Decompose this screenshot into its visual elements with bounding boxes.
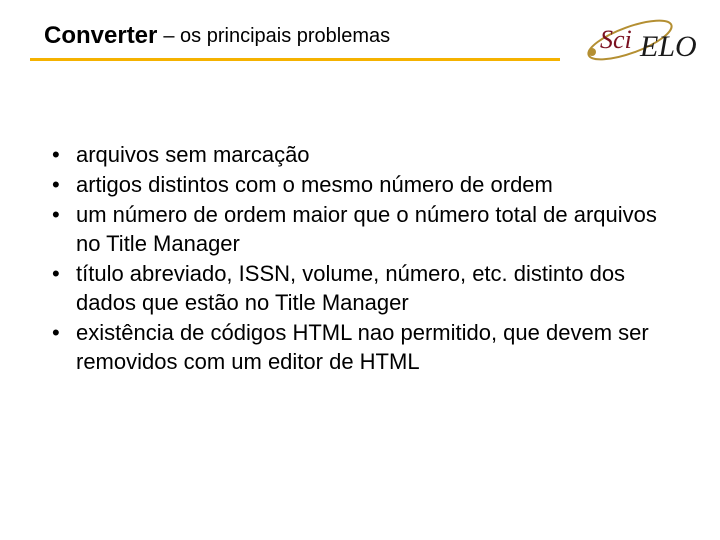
title-bold: Converter [44,22,157,50]
bullet-item: artigos distintos com o mesmo número de … [50,170,672,199]
title-subtitle: – os principais problemas [163,25,390,48]
scielo-logo: Sci ELO [572,14,700,70]
bullet-text: título abreviado, ISSN, volume, número, … [76,261,625,315]
bullet-text: arquivos sem marcação [76,142,310,167]
bullet-item: arquivos sem marcação [50,140,672,169]
bullet-text: existência de códigos HTML nao permitido… [76,320,649,374]
bullet-text: artigos distintos com o mesmo número de … [76,172,553,197]
bullet-text: um número de ordem maior que o número to… [76,202,657,256]
bullet-item: título abreviado, ISSN, volume, número, … [50,259,672,317]
logo-text-sci: Sci [600,25,632,54]
bullet-list: arquivos sem marcação artigos distintos … [50,140,672,377]
slide: Converter – os principais problemas Sci … [0,0,720,540]
bullet-item: um número de ordem maior que o número to… [50,200,672,258]
title-underline [30,58,560,61]
logo-text-elo: ELO [639,30,697,63]
bullet-item: existência de códigos HTML nao permitido… [50,318,672,376]
